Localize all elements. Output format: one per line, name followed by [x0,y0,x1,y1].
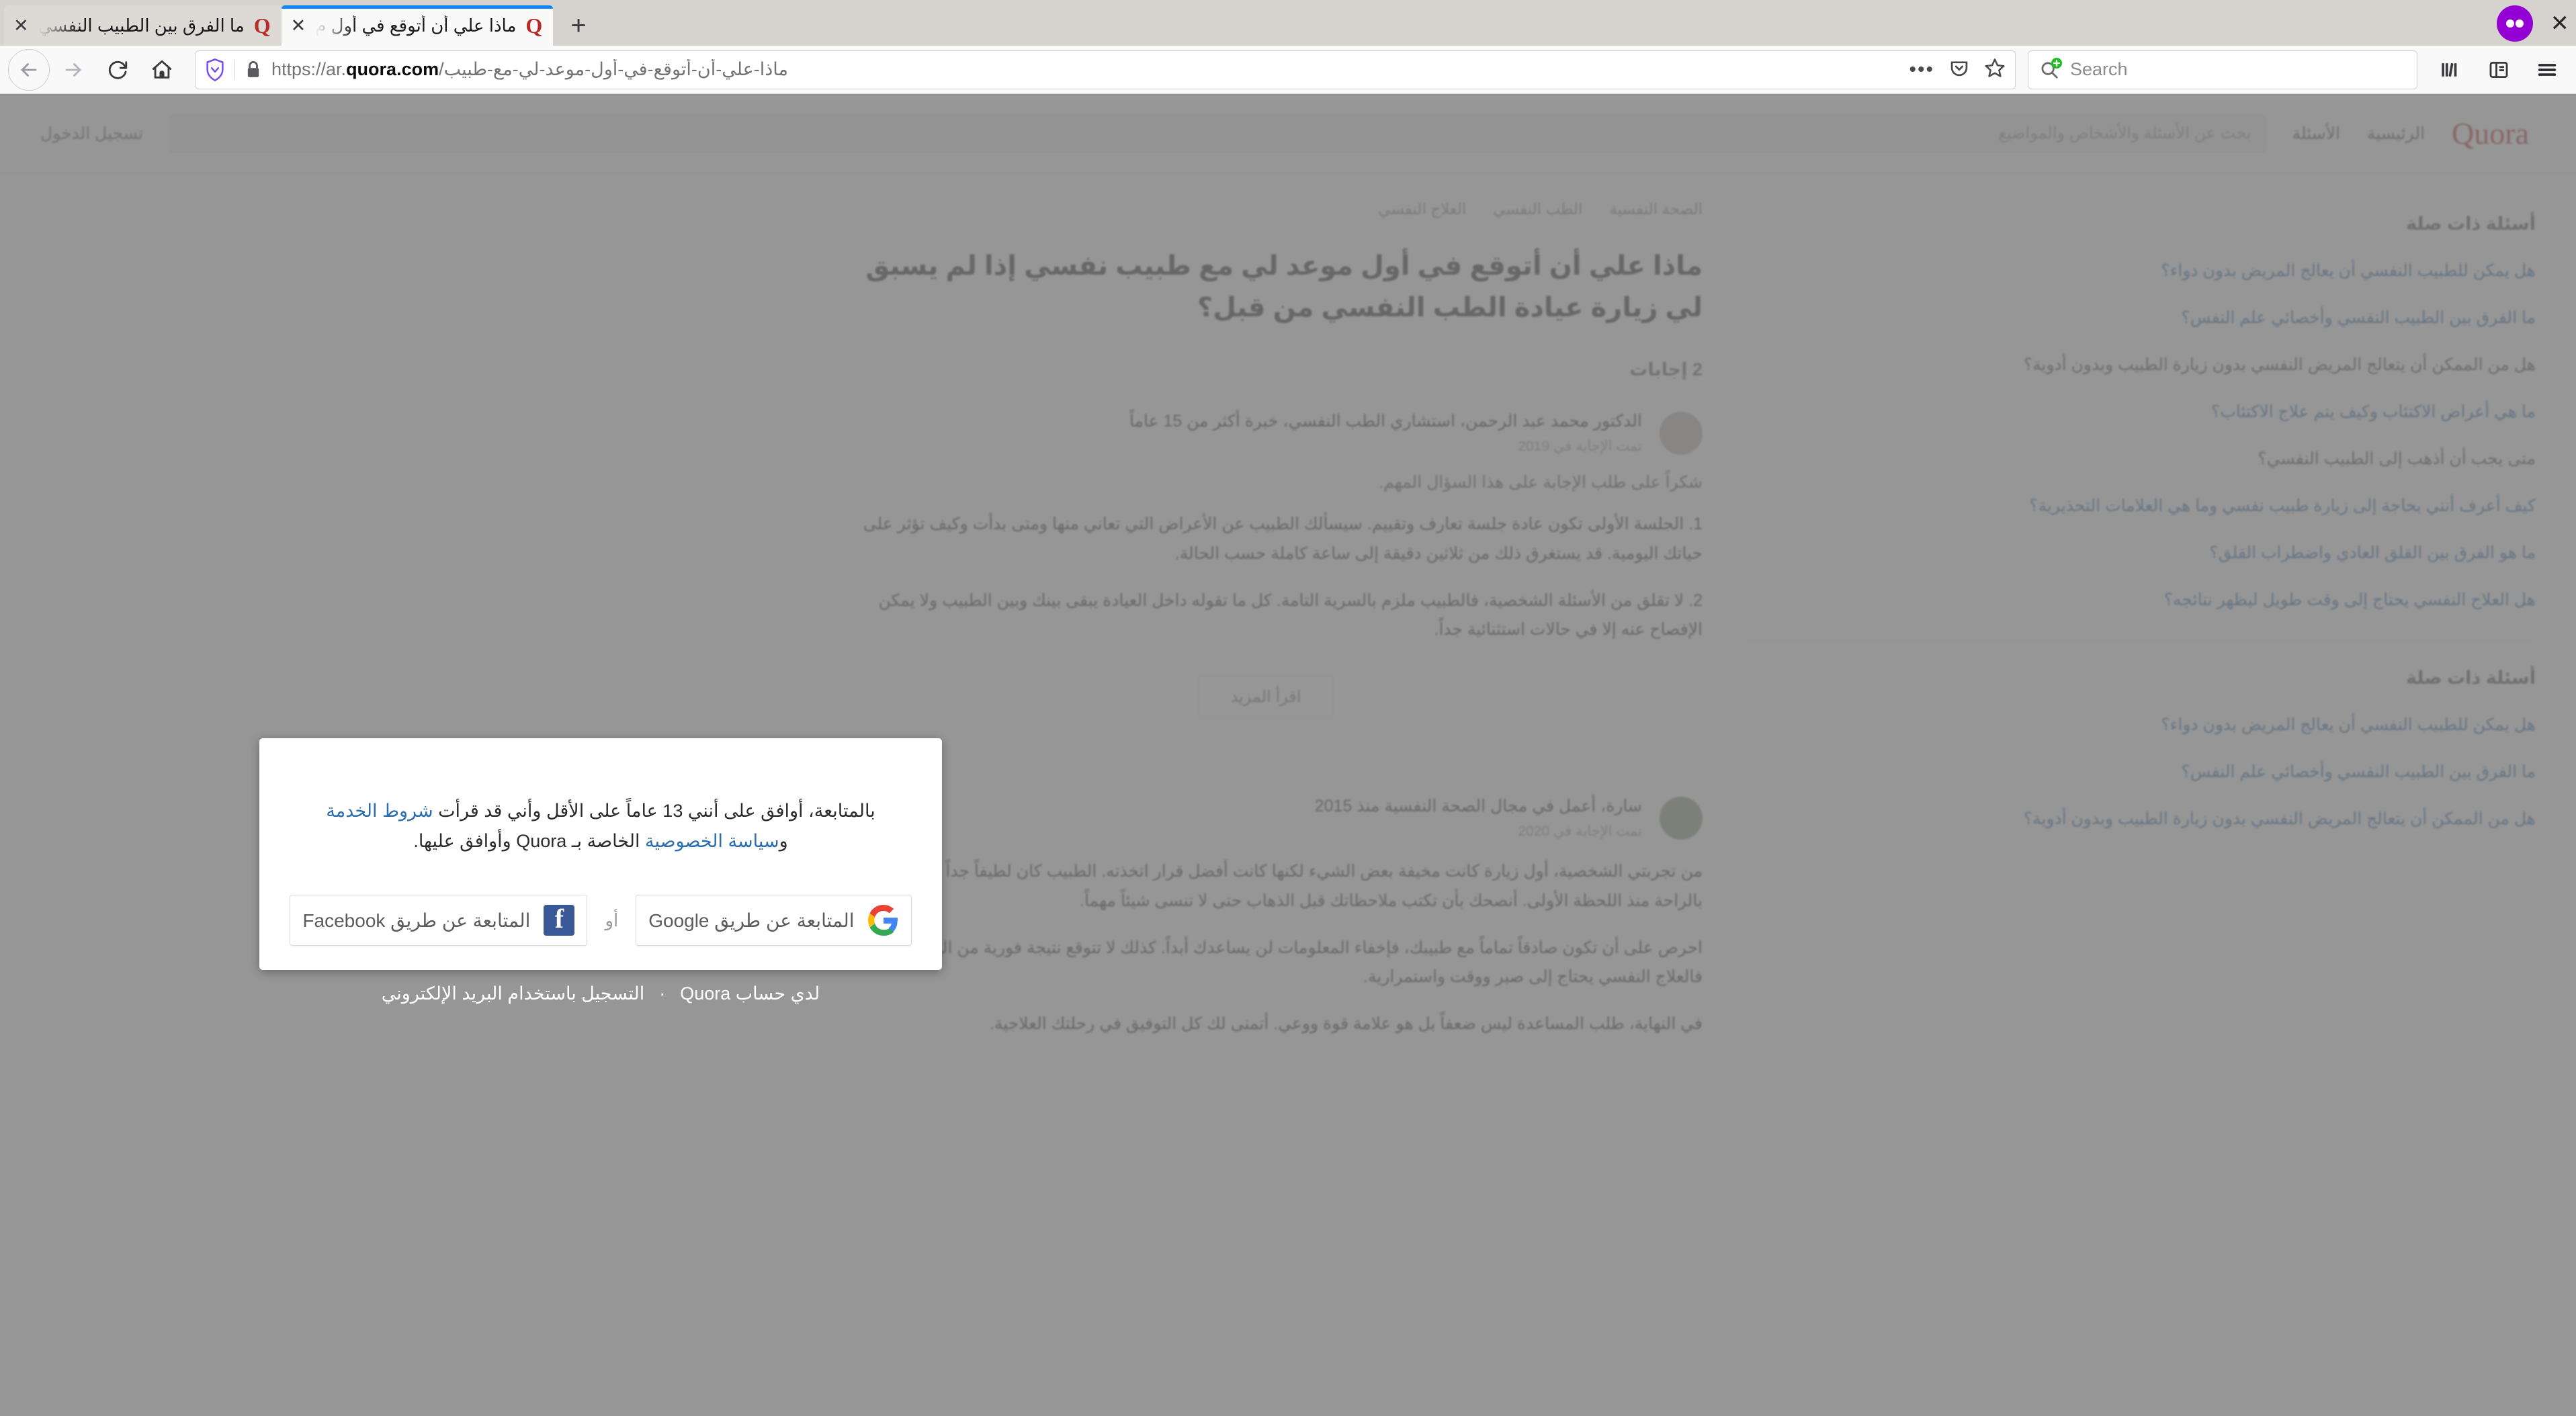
terms-mid: و [779,830,788,851]
quora-q-icon: Q [253,13,271,38]
oauth-button-row: المتابعة عن طريق Google أو f المتابعة عن… [290,895,912,946]
new-tab-button[interactable]: + [570,12,586,39]
private-browsing-mask-icon[interactable] [2496,5,2533,42]
reload-button[interactable] [97,49,138,91]
quora-q-icon: Q [525,13,543,38]
url-bar[interactable]: https://ar.quora.com/ماذا-علي-أن-أتوقع-ف… [195,50,2016,89]
url-bar-actions: ••• [1909,57,2006,82]
continue-with-facebook-button[interactable]: f المتابعة عن طريق Facebook [290,895,588,946]
secure-connection-lock-icon[interactable] [245,60,262,80]
app-menu-button[interactable] [2526,49,2568,91]
google-g-icon [867,905,899,936]
tab-title: ماذا علي أن أتوقع في أول م [315,15,517,36]
window-close-icon[interactable]: ✕ [2550,12,2570,35]
page-actions-icon[interactable]: ••• [1909,59,1934,80]
terms-suffix: الخاصة بـ Quora وأوافق عليها. [413,830,645,851]
url-text: https://ar.quora.com/ماذا-علي-أن-أتوقع-ف… [271,59,1899,80]
search-placeholder: Search [2070,59,2128,79]
pocket-icon[interactable] [1949,58,1969,81]
window-controls: ✕ [2496,5,2570,42]
sidebar-icon[interactable] [2478,49,2520,91]
url-path: /ماذا-علي-أن-أتوقع-في-أول-موعد-لي-مع-طبي… [439,59,788,79]
bookmark-star-icon[interactable] [1984,57,2006,82]
browser-window: Q ما الفرق بين الطبيب النفسي ✕ Q ماذا عل… [0,0,2576,1416]
navigation-toolbar: https://ar.quora.com/ماذا-علي-أن-أتوقع-ف… [0,46,2576,94]
forward-button[interactable] [52,49,94,91]
google-button-label: المتابعة عن طريق Google [648,910,855,931]
search-add-icon [2039,57,2062,80]
or-separator: أو [605,910,619,930]
modal-footer-links: التسجيل باستخدام البريد الإلكتروني · لدي… [259,983,942,1004]
tab-close-icon[interactable]: ✕ [291,16,306,35]
search-input[interactable]: Search [2028,50,2417,89]
browser-tab-1[interactable]: Q ما الفرق بين الطبيب النفسي ✕ [4,5,282,46]
page-viewport: Quora الرئيسية الأسئلة بحث عن الأسئلة وا… [0,94,2576,1416]
url-domain: quora.com [346,59,439,79]
library-icon[interactable] [2430,49,2471,91]
facebook-button-label: المتابعة عن طريق Facebook [302,910,531,931]
toolbar-right-icons [2430,49,2568,91]
terms-prefix: بالمتابعة، أوافق على أنني 13 عاماً على ا… [433,801,875,821]
url-scheme: https://ar. [271,59,347,79]
terms-text: بالمتابعة، أوافق على أنني 13 عاماً على ا… [305,796,896,856]
continue-with-google-button[interactable]: المتابعة عن طريق Google [636,895,912,946]
have-quora-account-link[interactable]: لدي حساب Quora [680,983,820,1004]
terms-of-service-link[interactable]: شروط الخدمة [326,801,433,821]
privacy-policy-link[interactable]: سياسة الخصوصية [645,831,779,851]
browser-tab-2[interactable]: Q ماذا علي أن أتوقع في أول م ✕ [281,5,554,46]
tracking-protection-shield-icon[interactable] [205,58,225,81]
tab-strip: Q ما الفرق بين الطبيب النفسي ✕ Q ماذا عل… [0,0,2576,46]
tab-title: ما الفرق بين الطبيب النفسي [38,15,245,36]
url-divider [234,59,235,80]
signup-with-email-link[interactable]: التسجيل باستخدام البريد الإلكتروني [382,983,644,1004]
tab-close-icon[interactable]: ✕ [13,16,29,35]
home-button[interactable] [141,49,183,91]
back-button[interactable] [8,48,50,91]
facebook-f-icon: f [544,905,575,936]
footer-separator: · [659,983,666,1004]
signup-modal: بالمتابعة، أوافق على أنني 13 عاماً على ا… [259,738,942,970]
